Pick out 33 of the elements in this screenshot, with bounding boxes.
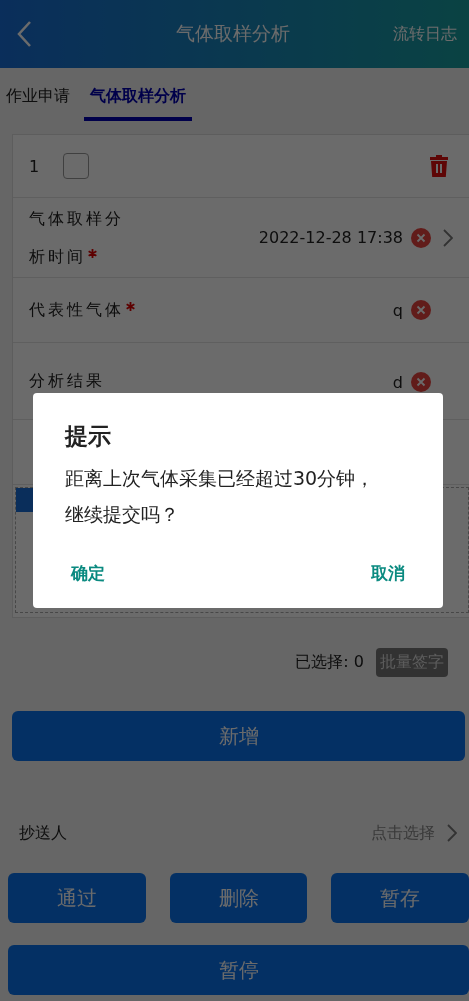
- back-icon[interactable]: [16, 20, 32, 48]
- field-value[interactable]: q: [392, 300, 403, 320]
- chevron-icon[interactable]: [443, 228, 453, 247]
- flow-log-link[interactable]: 流转日志: [393, 23, 457, 45]
- page-title: 气体取样分析: [174, 21, 291, 46]
- field-label: 气体取样分析时间: [29, 207, 125, 268]
- field-label: 分析结果: [29, 370, 106, 392]
- record-index: 1: [29, 156, 41, 176]
- trash-icon[interactable]: [429, 154, 449, 178]
- signature-tag: [16, 488, 36, 512]
- field-value[interactable]: d: [392, 372, 403, 392]
- clear-icon[interactable]: [411, 300, 431, 320]
- tab[interactable]: 气体取样分析: [84, 86, 192, 121]
- action-button[interactable]: 通过: [8, 873, 146, 923]
- dialog-message: 距离上次气体采集已经超过30分钟，继续提交吗？: [65, 466, 376, 527]
- cancel-button[interactable]: 取消: [365, 558, 411, 589]
- chevron-icon[interactable]: [447, 824, 457, 842]
- confirm-button[interactable]: 确定: [65, 558, 111, 589]
- selected-count: 已选择: 0: [295, 652, 364, 673]
- dialog-title: 提示: [65, 422, 112, 451]
- add-button[interactable]: 新增: [12, 711, 465, 761]
- field-label: 代表性气体: [29, 291, 139, 329]
- action-button[interactable]: 暂存: [331, 873, 469, 923]
- clear-icon[interactable]: [411, 227, 431, 248]
- required-icon: [88, 248, 97, 258]
- required-icon: [126, 302, 135, 311]
- field-value[interactable]: 2022-12-28 17:38: [258, 228, 403, 247]
- clear-icon[interactable]: [411, 372, 431, 392]
- checkbox[interactable]: [63, 153, 89, 179]
- cc-label: 抄送人: [19, 822, 67, 844]
- action-button[interactable]: 删除: [169, 873, 308, 923]
- tab[interactable]: 作业申请: [6, 86, 76, 121]
- pause-button[interactable]: 暂停: [8, 945, 469, 995]
